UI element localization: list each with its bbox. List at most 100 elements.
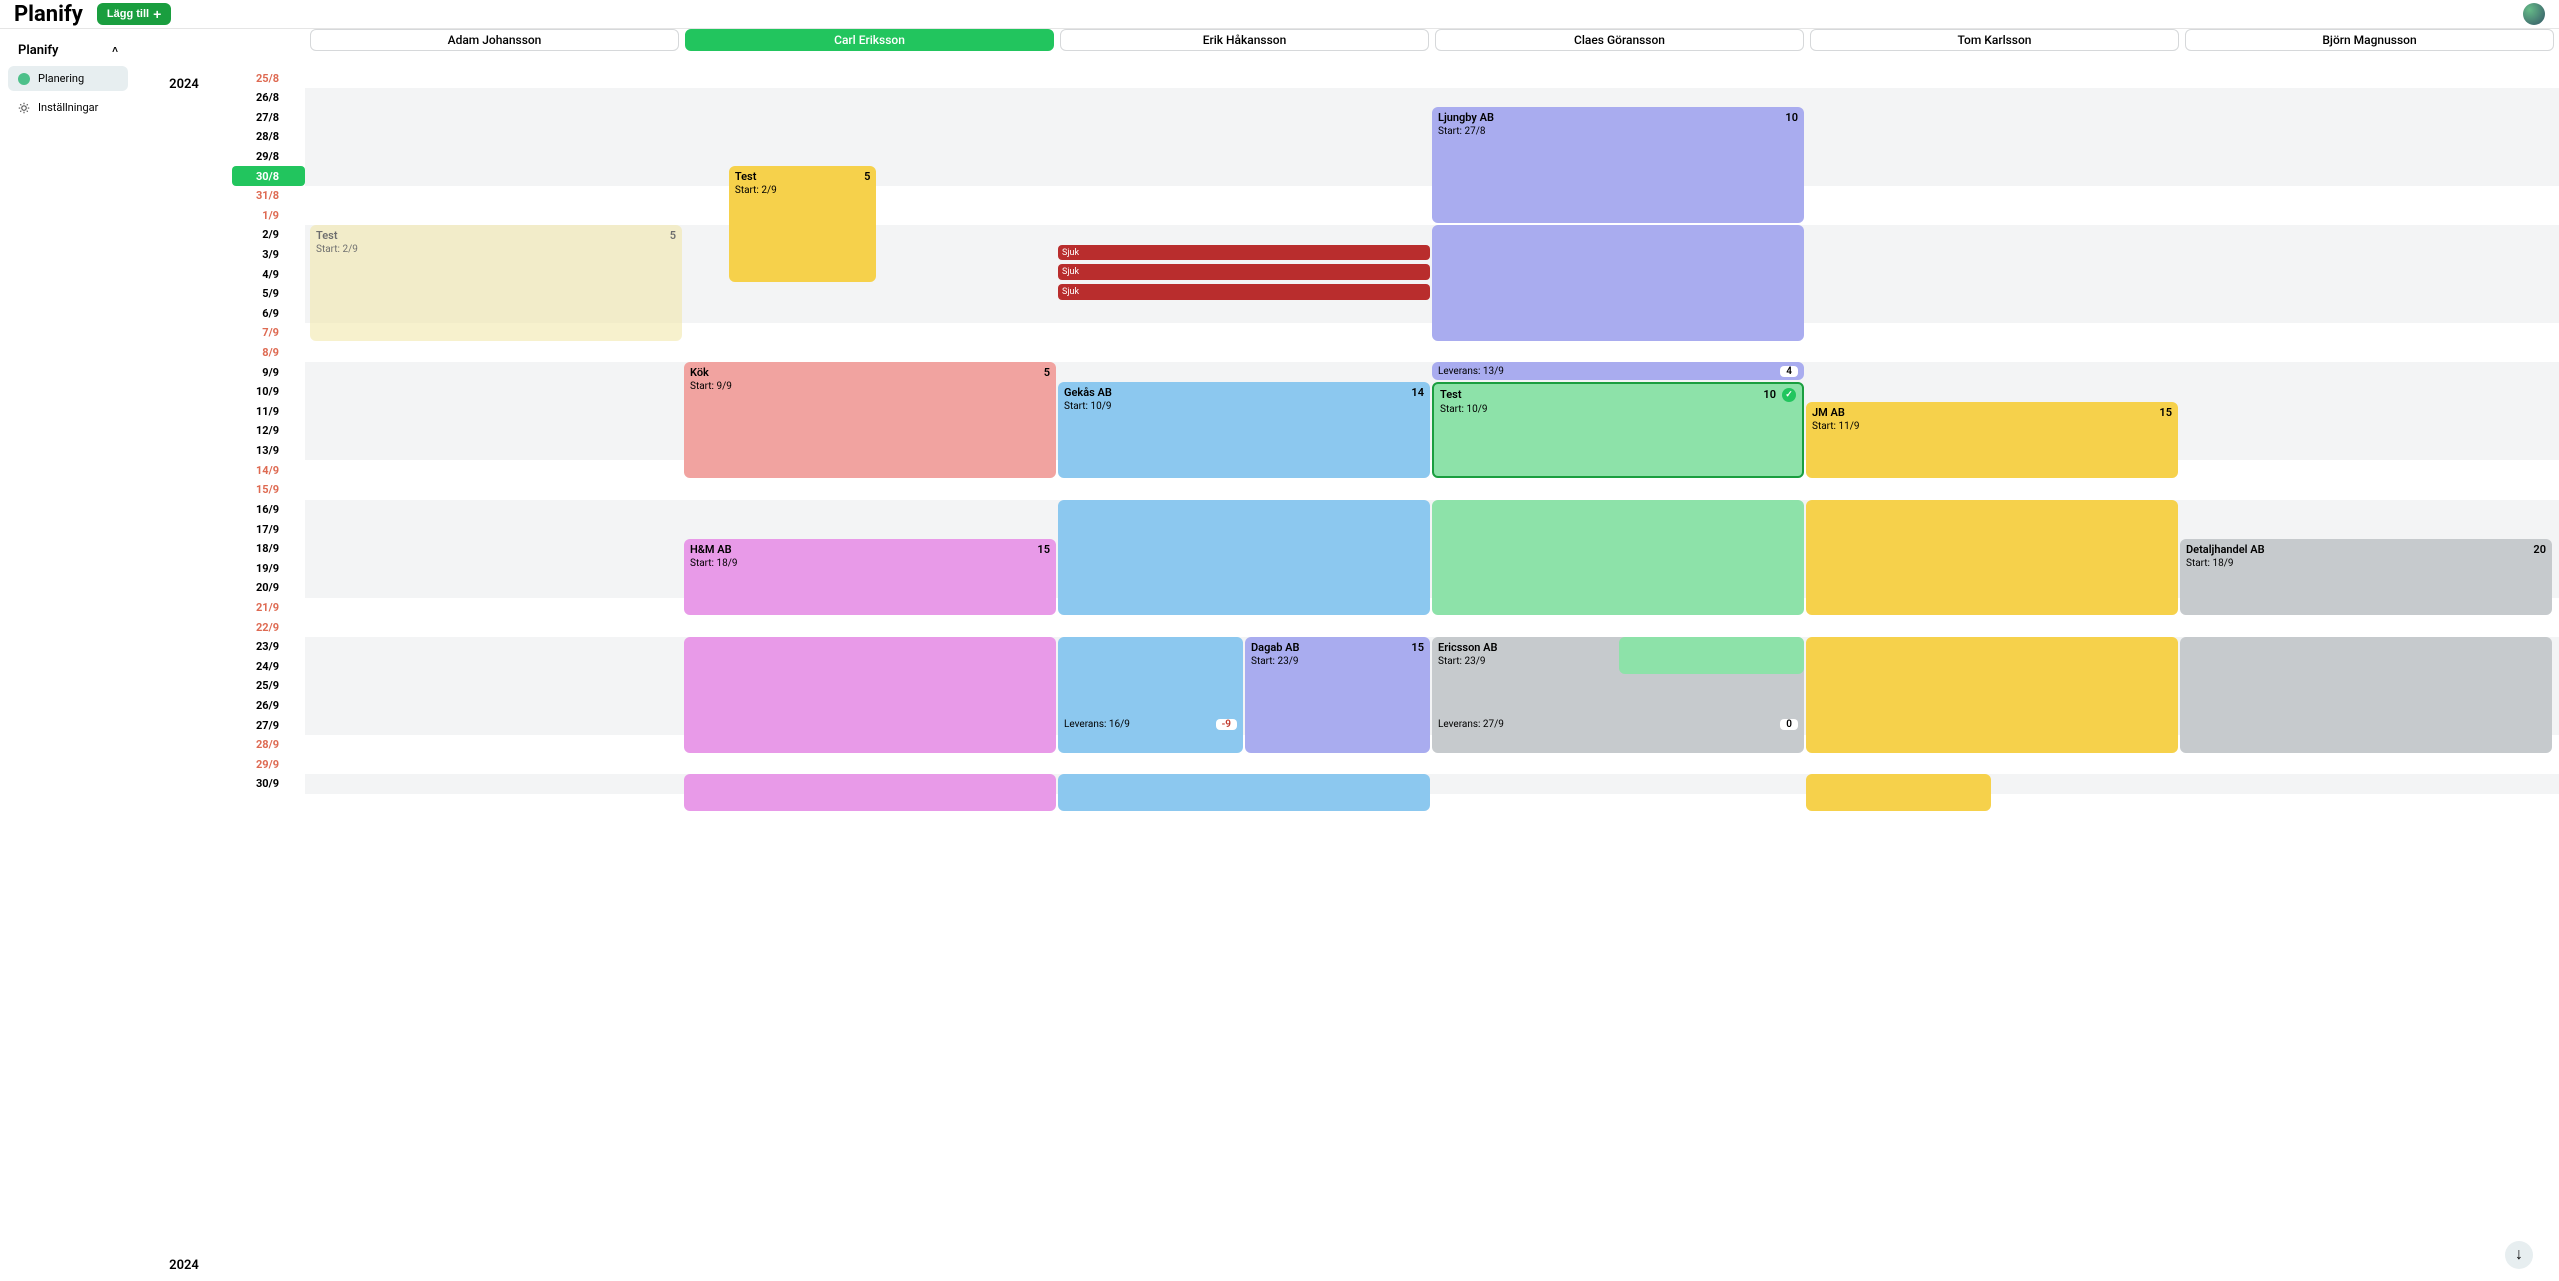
add-button[interactable]: Lägg till + (97, 3, 171, 25)
date-row: 3/9 (232, 245, 305, 265)
add-button-label: Lägg till (107, 8, 149, 20)
date-row: 30/9 (232, 774, 305, 794)
planning-block[interactable]: Kök5Start: 9/9 (684, 362, 1056, 478)
topbar: Planify Lägg till + (0, 0, 2559, 29)
avatar[interactable] (2523, 3, 2545, 25)
planning-block[interactable] (684, 637, 1056, 753)
planning-block[interactable] (1058, 637, 1243, 753)
date-row: 24/9 (232, 657, 305, 677)
block-title-row: H&M AB15 (690, 543, 1050, 556)
globe-icon (18, 73, 30, 85)
block-value: 15 (2159, 406, 2172, 419)
block-value: 15 (1037, 543, 1050, 556)
block-title-row: Gekås AB 14 (1064, 386, 1424, 399)
planning-block[interactable]: Test5Start: 2/9 (729, 166, 877, 282)
block-title-row: Dagab AB15 (1251, 641, 1424, 654)
block-title: Test (316, 229, 338, 242)
planning-block[interactable] (1806, 637, 2178, 753)
block-subtitle: Start: 11/9 (1812, 421, 2172, 432)
planning-block[interactable] (2180, 637, 2552, 753)
planning-block[interactable] (1806, 500, 2178, 616)
block-value: 5 (670, 229, 676, 242)
planning-block[interactable]: Test 5 Start: 2/9 (310, 225, 682, 341)
sidebar-item-label: Planering (38, 72, 84, 85)
planning-block[interactable]: JM AB15Start: 11/9 (1806, 402, 2178, 478)
block-title: Gekås AB (1064, 386, 1112, 399)
planning-block[interactable] (1058, 774, 1430, 811)
date-row: 11/9 (232, 402, 305, 422)
column-header[interactable]: Tom Karlsson (1810, 29, 2179, 51)
date-row: 9/9 (232, 362, 305, 382)
block-subtitle: Start: 23/9 (1251, 656, 1424, 667)
date-row: 1/9 (232, 205, 305, 225)
planning-block[interactable]: H&M AB15 Start: 18/9 (684, 539, 1056, 615)
date-row: 29/9 (232, 755, 305, 775)
planning-block[interactable] (1058, 500, 1430, 616)
block-subtitle: Start: 2/9 (316, 244, 676, 255)
sick-bar[interactable]: Sjuk (1058, 264, 1430, 280)
block-value: 20 (2533, 543, 2546, 556)
date-row: 2/9 (232, 225, 305, 245)
block-subtitle: Start: 18/9 (2186, 558, 2546, 569)
planning-block[interactable]: Test10✓Start: 10/9 (1432, 382, 1804, 478)
column-header[interactable]: Carl Eriksson (685, 29, 1054, 51)
block-title-row: Test5 (735, 170, 871, 183)
date-row: 20/9 (232, 578, 305, 598)
date-row: 16/9 (232, 500, 305, 520)
sick-bar[interactable]: Sjuk (1058, 284, 1430, 300)
planning-block[interactable] (1619, 637, 1804, 674)
planning-block[interactable] (684, 774, 1056, 811)
column-header[interactable]: Adam Johansson (310, 29, 679, 51)
planning-block[interactable]: Ljungby AB10Start: 27/8 (1432, 107, 1804, 223)
year-label-bottom: 2024 (136, 1258, 232, 1273)
block-value: 14 (1411, 386, 1424, 399)
delivery-bar[interactable]: Leverans: 27/90 (1432, 715, 1804, 733)
date-row: 15/9 (232, 480, 305, 500)
date-row: 8/9 (232, 343, 305, 363)
year-column: 2024 2024 (136, 29, 232, 1281)
block-subtitle: Start: 18/9 (690, 558, 1050, 569)
planning-grid[interactable]: Adam Johansson Carl Eriksson Erik Håkansso… (305, 29, 2559, 1281)
planning-block[interactable]: Gekås AB 14 Start: 10/9 (1058, 382, 1430, 478)
date-row: 18/9 (232, 539, 305, 559)
column-header[interactable]: Claes Göransson (1435, 29, 1804, 51)
sidebar-heading-label: Planify (18, 43, 58, 58)
block-title: Ljungby AB (1438, 111, 1494, 124)
date-row: 13/9 (232, 441, 305, 461)
delivery-badge: 4 (1780, 366, 1798, 377)
date-row: 10/9 (232, 382, 305, 402)
block-title: Test (1440, 388, 1462, 401)
planning-block[interactable] (1432, 225, 1804, 341)
plus-icon: + (153, 7, 161, 21)
date-row: 28/9 (232, 735, 305, 755)
sidebar-heading[interactable]: Planify ˄ (8, 39, 128, 62)
date-row: 31/8 (232, 186, 305, 206)
planning-block[interactable] (1432, 500, 1804, 616)
block-title: Ericsson AB (1438, 641, 1498, 654)
delivery-bar[interactable]: Leverans: 13/9 4 (1432, 362, 1804, 380)
date-row: 29/8 (232, 147, 305, 167)
delivery-label: Leverans: 27/9 (1438, 719, 1504, 730)
block-title-row: Test10✓ (1440, 388, 1796, 402)
sick-bar[interactable]: Sjuk (1058, 245, 1430, 261)
block-title-row: Ljungby AB10 (1438, 111, 1798, 124)
block-title: Detaljhandel AB (2186, 543, 2265, 556)
date-column: 25/826/827/828/829/830/831/81/92/93/94/9… (232, 29, 305, 1281)
date-row: 5/9 (232, 284, 305, 304)
sidebar-item-planering[interactable]: Planering (8, 66, 128, 91)
delivery-label: Leverans: 13/9 (1438, 366, 1504, 377)
planning-block[interactable]: Dagab AB15 Start: 23/9 (1245, 637, 1430, 753)
planning-block[interactable]: Detaljhandel AB 20 Start: 18/9 (2180, 539, 2552, 615)
planning-block[interactable] (1806, 774, 1991, 811)
block-title: Dagab AB (1251, 641, 1300, 654)
delivery-bar[interactable]: Leverans: 16/9-9 (1058, 715, 1243, 733)
block-subtitle: Start: 10/9 (1064, 401, 1424, 412)
column-header[interactable]: Björn Magnusson (2185, 29, 2554, 51)
check-icon: ✓ (1782, 388, 1796, 402)
date-row: 26/8 (232, 88, 305, 108)
date-row: 26/9 (232, 696, 305, 716)
sidebar-item-installningar[interactable]: Inställningar (8, 95, 128, 120)
column-header[interactable]: Erik Håkansson (1060, 29, 1429, 51)
scroll-down-button[interactable]: ↓ (2505, 1241, 2533, 1269)
gear-icon (18, 102, 30, 114)
